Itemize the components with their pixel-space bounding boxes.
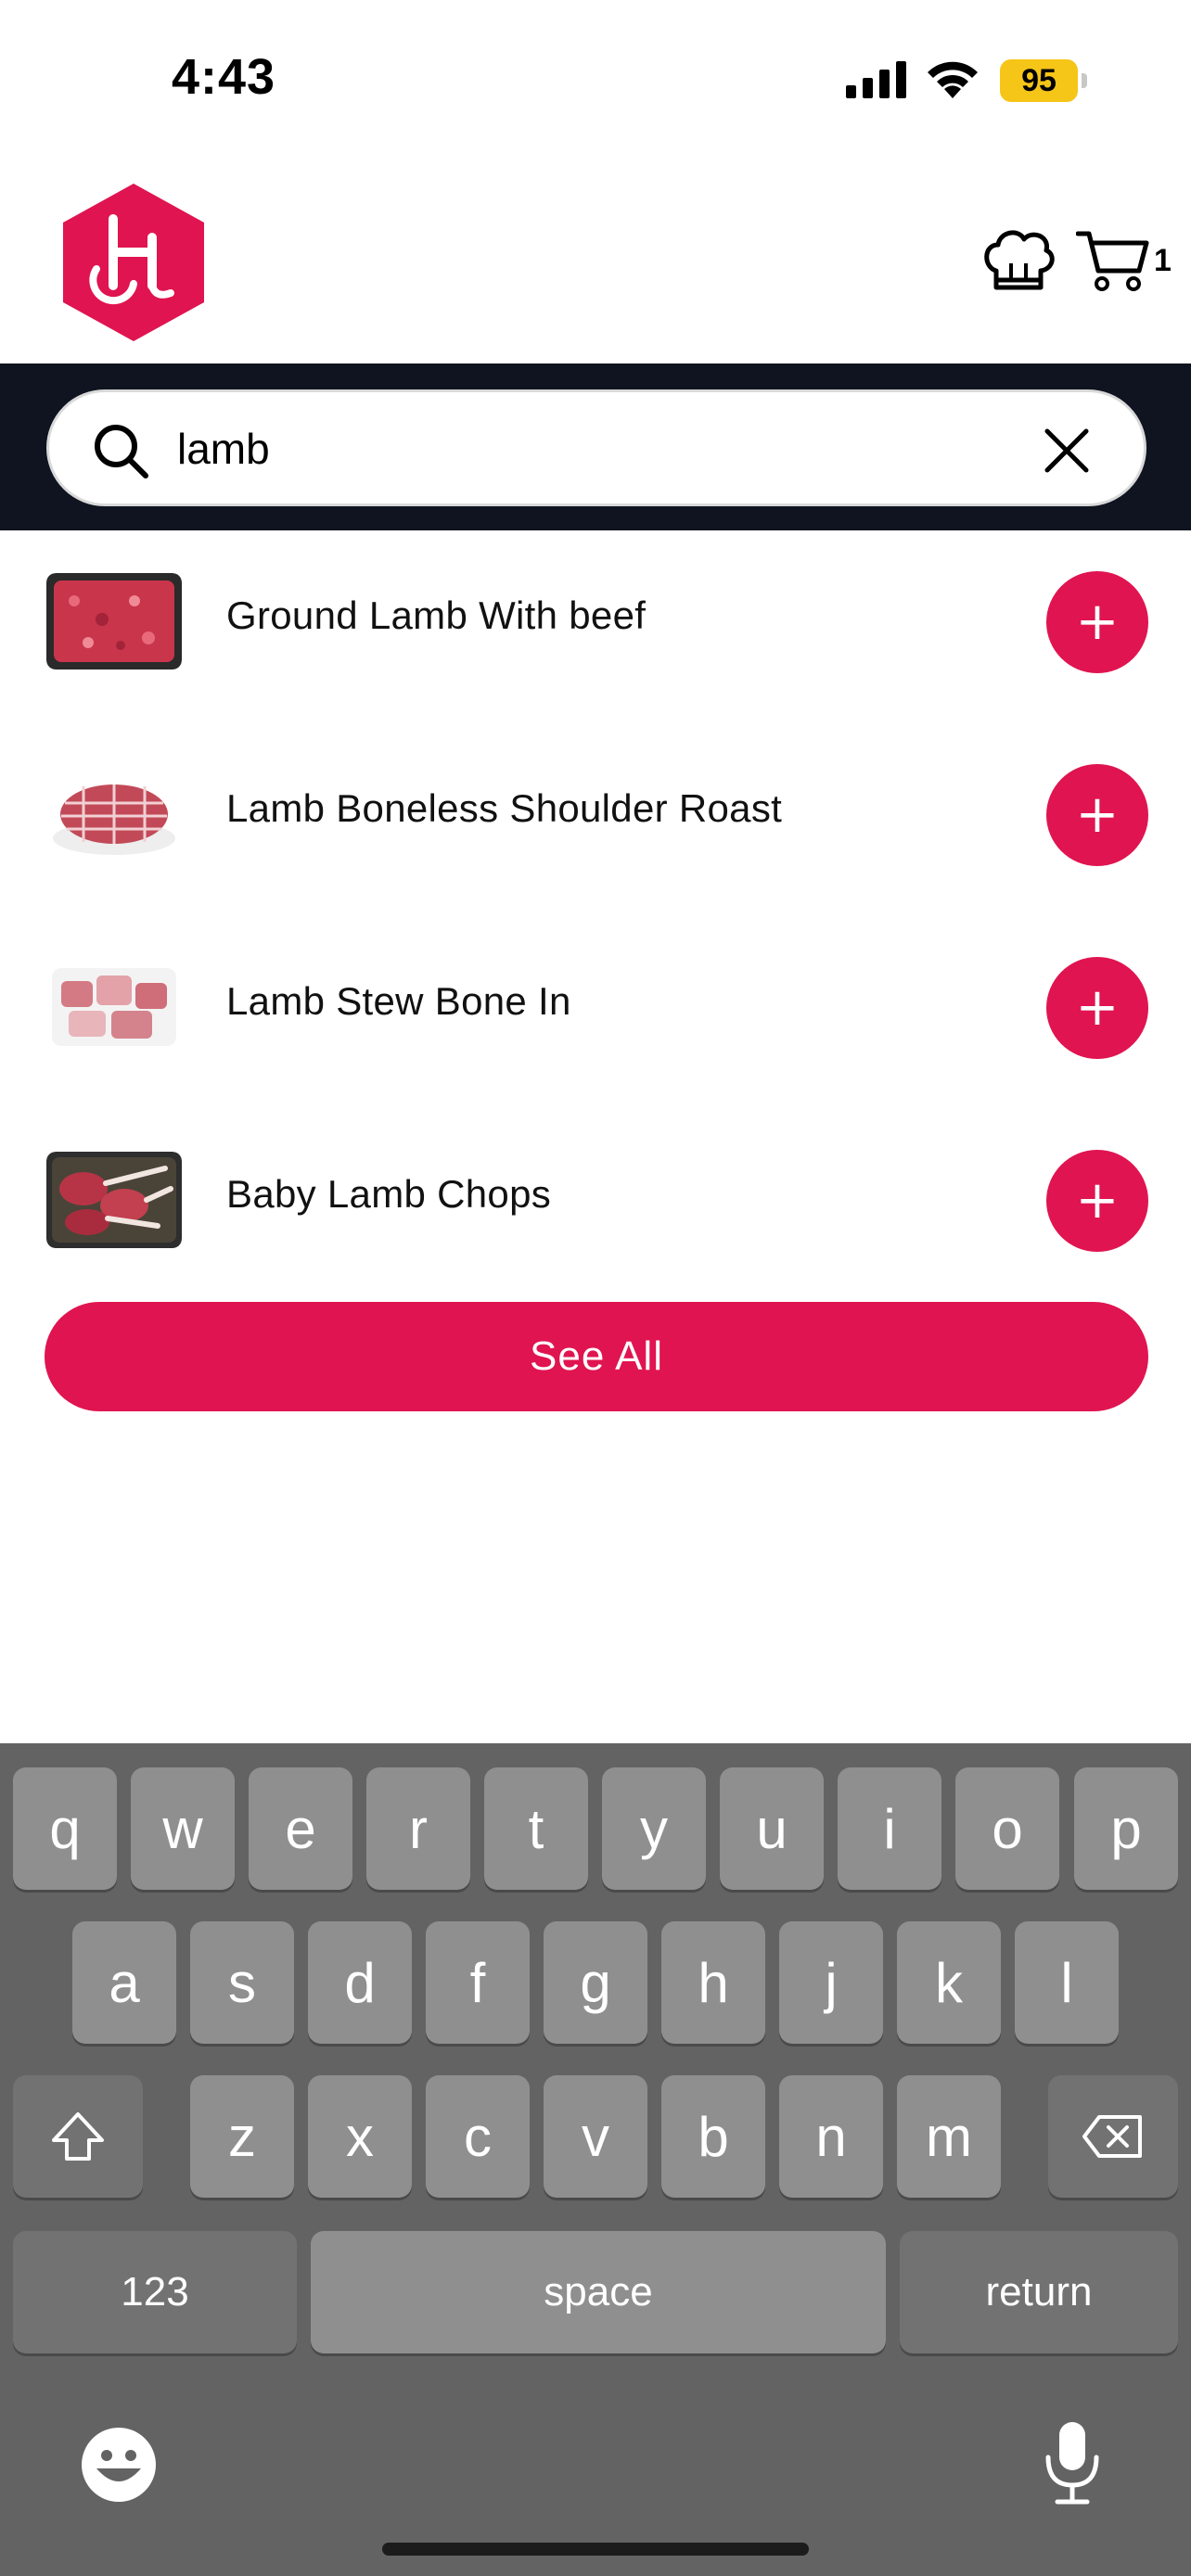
list-item[interactable]: Baby Lamb Chops + — [0, 1109, 1191, 1302]
return-key[interactable]: return — [900, 2231, 1178, 2353]
key-y[interactable]: y — [602, 1767, 706, 1890]
shopping-cart-icon[interactable] — [1076, 228, 1150, 295]
backspace-icon — [1082, 2115, 1142, 2158]
key-q[interactable]: q — [13, 1767, 117, 1890]
ground-lamb-thumbnail — [46, 573, 182, 670]
search-box[interactable] — [46, 389, 1146, 506]
list-item[interactable]: Ground Lamb With beef + — [0, 530, 1191, 723]
space-key[interactable]: space — [311, 2231, 886, 2353]
onscreen-keyboard: q w e r t y u i o p a s d f g h j k l z … — [0, 1743, 1191, 2576]
backspace-key[interactable] — [1048, 2075, 1178, 2198]
lamb-chops-thumbnail — [46, 1152, 182, 1248]
key-r[interactable]: r — [366, 1767, 470, 1890]
key-d[interactable]: d — [308, 1921, 412, 2044]
chef-hat-icon[interactable] — [981, 226, 1056, 297]
key-s[interactable]: s — [190, 1921, 294, 2044]
see-all-button[interactable]: See All — [45, 1302, 1148, 1411]
search-bar-container — [0, 363, 1191, 530]
key-m[interactable]: m — [897, 2075, 1001, 2198]
key-z[interactable]: z — [190, 2075, 294, 2198]
cellular-signal-icon — [846, 61, 906, 98]
key-j[interactable]: j — [779, 1921, 883, 2044]
add-to-cart-button[interactable]: + — [1046, 764, 1148, 866]
status-bar: 4:43 95 — [0, 0, 1191, 158]
battery-level: 95 — [1000, 59, 1078, 102]
shift-key[interactable] — [13, 2075, 143, 2198]
emoji-icon[interactable] — [80, 2426, 158, 2504]
list-item[interactable]: Lamb Boneless Shoulder Roast + — [0, 723, 1191, 916]
item-name: Lamb Stew Bone In — [226, 979, 571, 1023]
item-name: Baby Lamb Chops — [226, 1172, 552, 1216]
key-a[interactable]: a — [72, 1921, 176, 2044]
numbers-key[interactable]: 123 — [13, 2231, 297, 2353]
status-time: 4:43 — [172, 49, 276, 105]
key-i[interactable]: i — [838, 1767, 941, 1890]
item-name: Lamb Boneless Shoulder Roast — [226, 786, 783, 830]
key-w[interactable]: w — [131, 1767, 235, 1890]
shoulder-roast-thumbnail — [46, 766, 182, 862]
key-b[interactable]: b — [661, 2075, 765, 2198]
add-to-cart-button[interactable]: + — [1046, 571, 1148, 673]
microphone-icon[interactable] — [1044, 2420, 1100, 2506]
lamb-stew-thumbnail — [46, 959, 182, 1055]
brand-logo-icon[interactable] — [59, 182, 208, 343]
key-l[interactable]: l — [1015, 1921, 1119, 2044]
key-n[interactable]: n — [779, 2075, 883, 2198]
key-f[interactable]: f — [426, 1921, 530, 2044]
item-name: Ground Lamb With beef — [226, 593, 647, 637]
key-h[interactable]: h — [661, 1921, 765, 2044]
battery-indicator: 95 — [1000, 59, 1089, 102]
key-o[interactable]: o — [955, 1767, 1059, 1890]
add-to-cart-button[interactable]: + — [1046, 957, 1148, 1059]
battery-tip — [1082, 73, 1087, 88]
search-icon — [95, 425, 148, 478]
key-t[interactable]: t — [484, 1767, 588, 1890]
close-icon[interactable] — [1044, 427, 1090, 474]
app-header: 1 — [0, 158, 1191, 363]
cart-count-badge: 1 — [1154, 243, 1172, 278]
key-p[interactable]: p — [1074, 1767, 1178, 1890]
key-k[interactable]: k — [897, 1921, 1001, 2044]
key-x[interactable]: x — [308, 2075, 412, 2198]
home-indicator — [382, 2543, 809, 2556]
key-c[interactable]: c — [426, 2075, 530, 2198]
wifi-icon — [928, 61, 978, 98]
add-to-cart-button[interactable]: + — [1046, 1150, 1148, 1252]
search-input[interactable] — [177, 409, 1012, 489]
key-g[interactable]: g — [544, 1921, 647, 2044]
key-e[interactable]: e — [249, 1767, 352, 1890]
key-u[interactable]: u — [720, 1767, 824, 1890]
list-item[interactable]: Lamb Stew Bone In + — [0, 916, 1191, 1109]
key-v[interactable]: v — [544, 2075, 647, 2198]
shift-arrow-icon — [52, 2112, 104, 2161]
